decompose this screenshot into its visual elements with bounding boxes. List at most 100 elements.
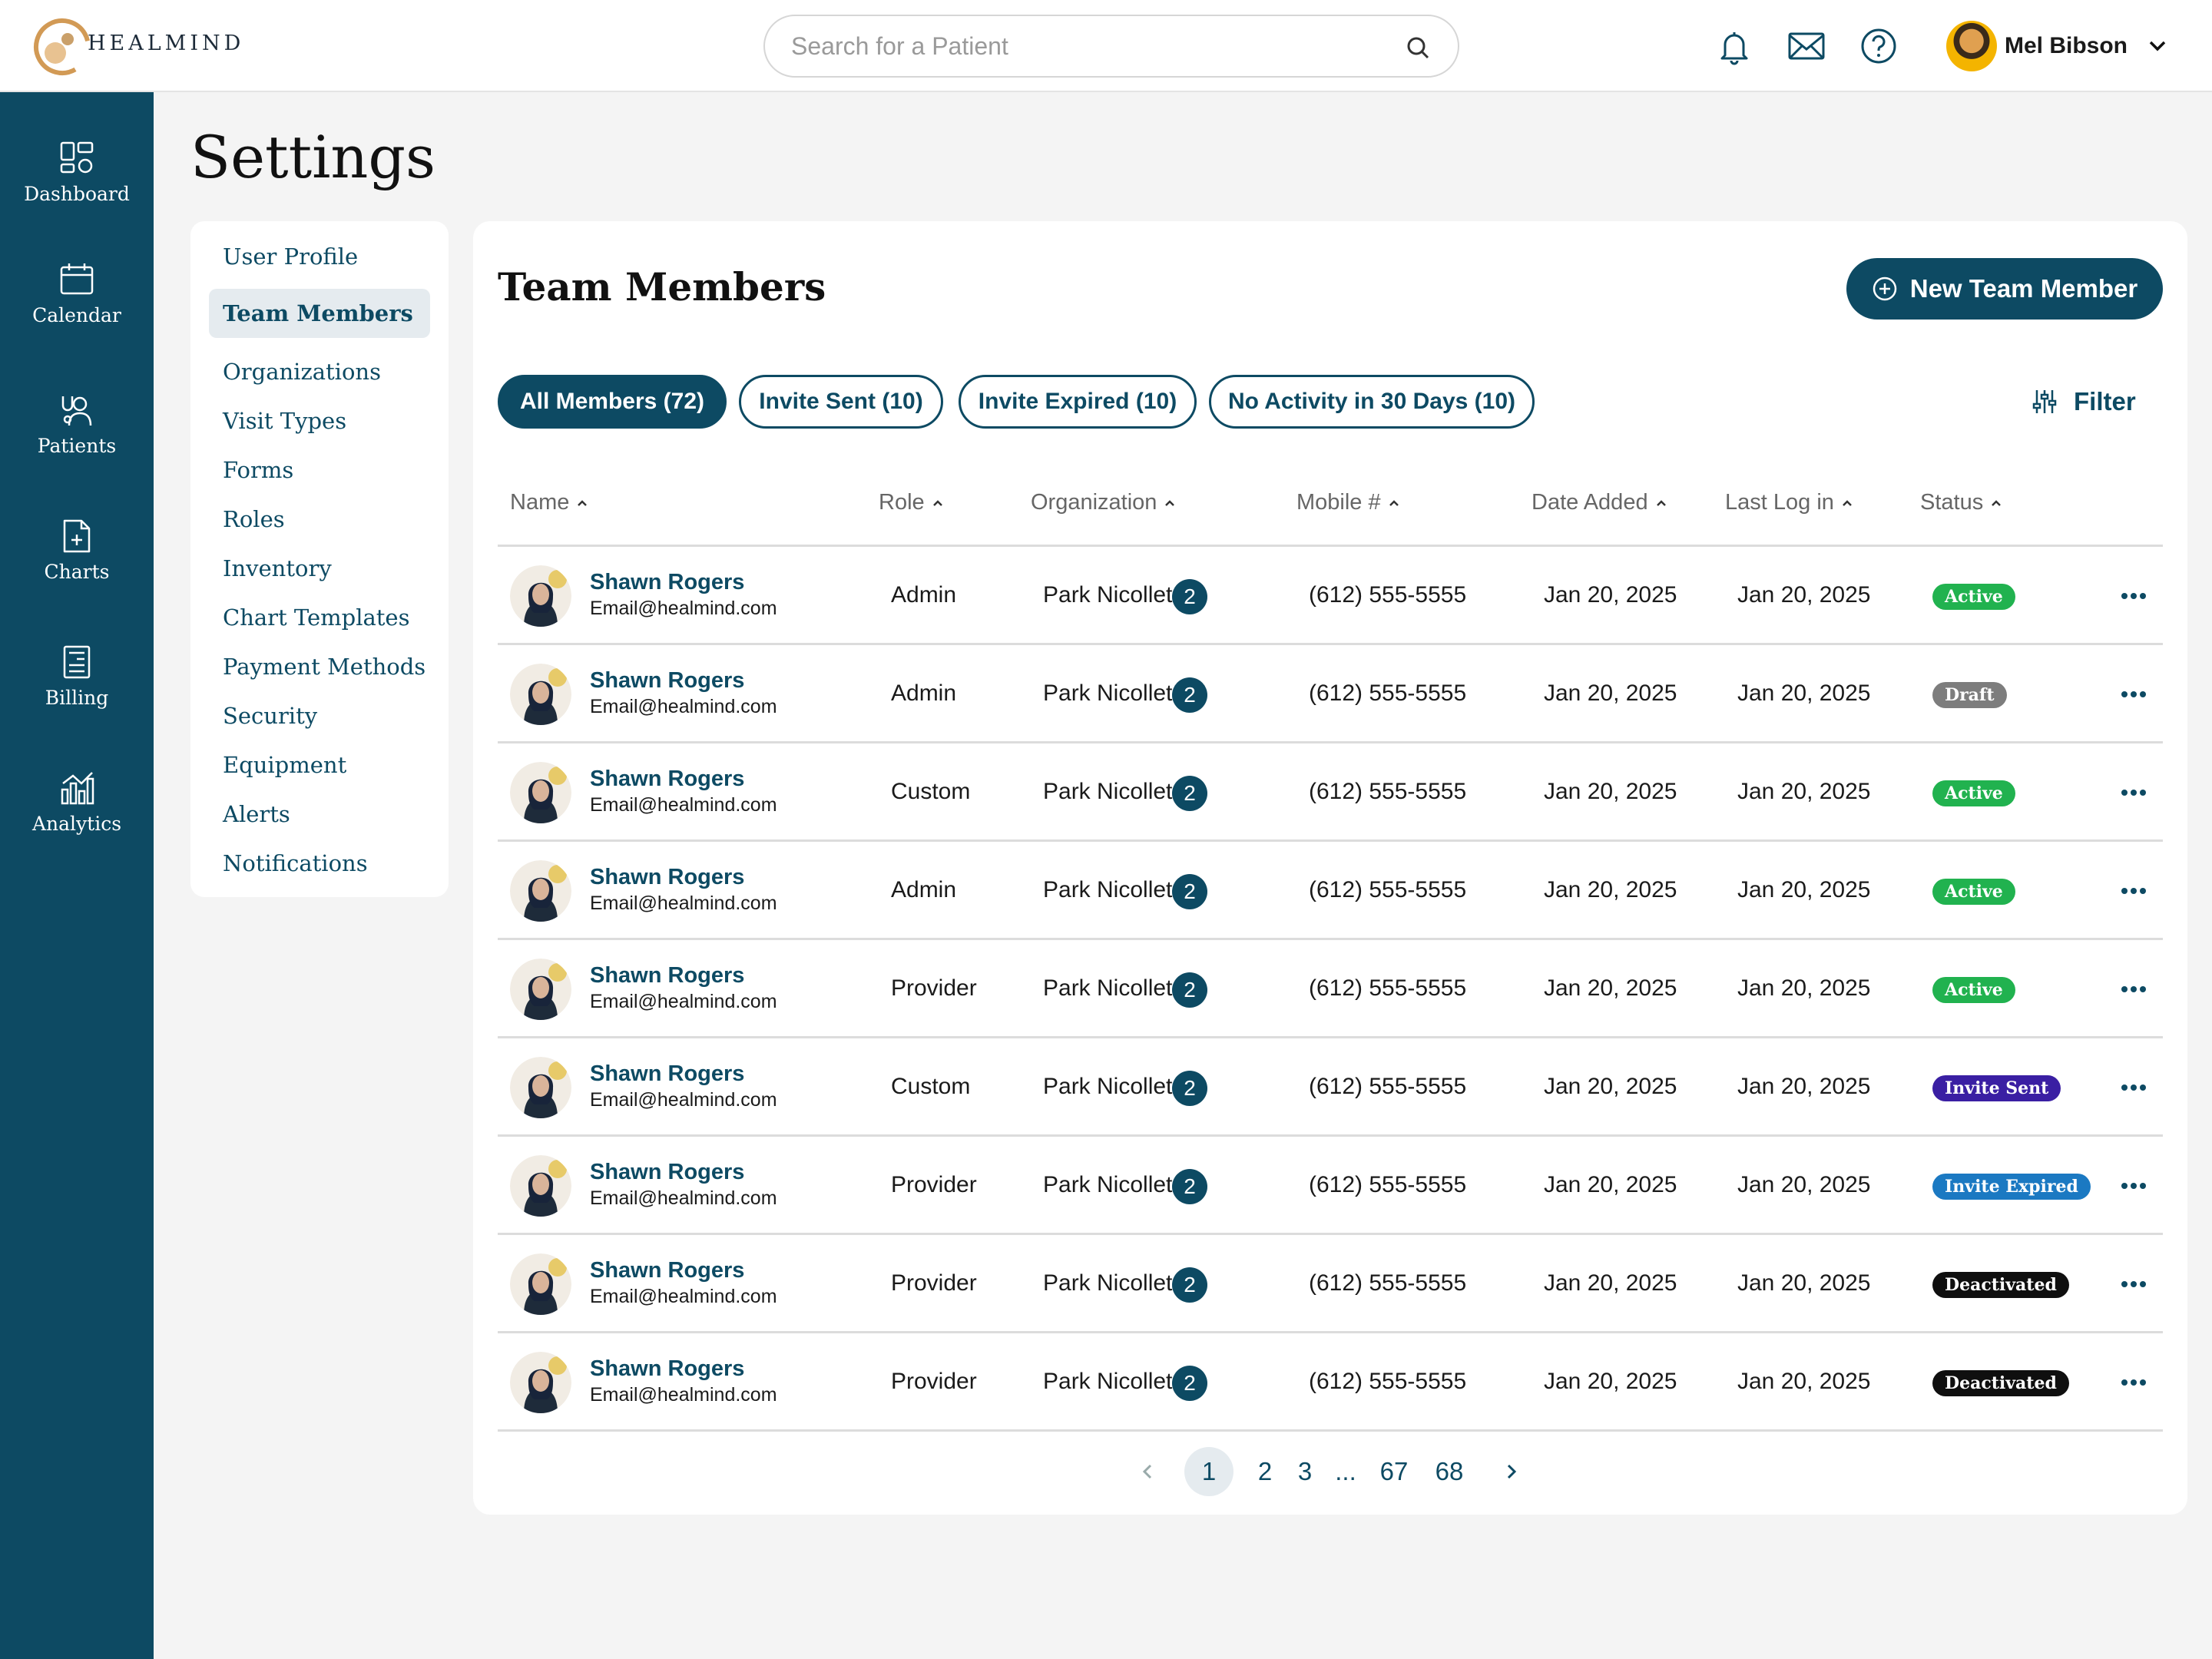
- user-avatar[interactable]: [1946, 21, 1997, 71]
- more-options-icon[interactable]: [2118, 680, 2149, 708]
- organization-count-badge[interactable]: 2: [1172, 1071, 1207, 1106]
- member-avatar[interactable]: [510, 1253, 571, 1315]
- member-email: Email@healmind.com: [590, 892, 777, 914]
- member-avatar[interactable]: [510, 762, 571, 823]
- table-row[interactable]: Shawn Rogers Email@healmind.com Admin Park …: [498, 842, 2163, 940]
- member-avatar[interactable]: [510, 664, 571, 725]
- filter-control[interactable]: Filter: [2032, 382, 2136, 421]
- organization-count-badge[interactable]: 2: [1172, 972, 1207, 1008]
- member-date-added: Jan 20, 2025: [1544, 680, 1677, 706]
- member-avatar[interactable]: [510, 1057, 571, 1118]
- settings-item-notifications[interactable]: Notifications: [209, 839, 430, 888]
- column-header-name[interactable]: Name: [510, 490, 589, 515]
- help-icon[interactable]: [1859, 26, 1899, 66]
- more-options-icon[interactable]: [2118, 1369, 2149, 1396]
- member-name[interactable]: Shawn Rogers: [590, 1061, 744, 1087]
- column-header-mobile[interactable]: Mobile #: [1296, 490, 1401, 515]
- search-input[interactable]: [791, 24, 1390, 68]
- column-header-last-log-in[interactable]: Last Log in: [1725, 490, 1854, 515]
- column-header-organization[interactable]: Organization: [1031, 490, 1177, 515]
- status-badge: Invite Expired: [1932, 1174, 2091, 1200]
- app-logo[interactable]: HEALMIND: [32, 14, 244, 78]
- chevron-right-icon[interactable]: [1501, 1461, 1522, 1482]
- member-avatar[interactable]: [510, 1155, 571, 1217]
- settings-item-team-members[interactable]: Team Members: [209, 289, 430, 338]
- table-row[interactable]: Shawn Rogers Email@healmind.com Provider Pa…: [498, 1235, 2163, 1333]
- patient-search[interactable]: [763, 15, 1459, 78]
- member-avatar[interactable]: [510, 1352, 571, 1413]
- more-options-icon[interactable]: [2118, 1270, 2149, 1298]
- settings-item-security[interactable]: Security: [209, 691, 430, 740]
- filter-tab-invite-expired[interactable]: Invite Expired (10): [959, 375, 1197, 429]
- settings-item-forms[interactable]: Forms: [209, 445, 430, 495]
- member-name[interactable]: Shawn Rogers: [590, 1258, 744, 1283]
- organization-count-badge[interactable]: 2: [1172, 776, 1207, 811]
- member-avatar[interactable]: [510, 959, 571, 1020]
- page-button[interactable]: 67: [1375, 1447, 1413, 1496]
- chevron-left-icon[interactable]: [1137, 1461, 1158, 1482]
- sidebar-item-patients[interactable]: Patients: [0, 392, 154, 484]
- member-name[interactable]: Shawn Rogers: [590, 963, 744, 988]
- settings-item-visit-types[interactable]: Visit Types: [209, 396, 430, 445]
- column-header-status[interactable]: Status: [1920, 490, 2003, 515]
- bell-icon[interactable]: [1714, 26, 1754, 66]
- table-row[interactable]: Shawn Rogers Email@healmind.com Admin Park …: [498, 547, 2163, 645]
- settings-item-inventory[interactable]: Inventory: [209, 544, 430, 593]
- table-row[interactable]: Shawn Rogers Email@healmind.com Provider Pa…: [498, 940, 2163, 1038]
- filter-tab-invite-sent[interactable]: Invite Sent (10): [739, 375, 943, 429]
- more-options-icon[interactable]: [2118, 779, 2149, 806]
- member-name[interactable]: Shawn Rogers: [590, 668, 744, 694]
- table-row[interactable]: Shawn Rogers Email@healmind.com Custom Park…: [498, 1038, 2163, 1137]
- member-name[interactable]: Shawn Rogers: [590, 767, 744, 792]
- sidebar-item-billing[interactable]: Billing: [0, 644, 154, 736]
- member-name[interactable]: Shawn Rogers: [590, 570, 744, 595]
- table-row[interactable]: Shawn Rogers Email@healmind.com Custom Park…: [498, 743, 2163, 842]
- more-options-icon[interactable]: [2118, 1074, 2149, 1101]
- column-header-date-added[interactable]: Date Added: [1532, 490, 1668, 515]
- column-header-role[interactable]: Role: [879, 490, 945, 515]
- new-team-member-button[interactable]: New Team Member: [1846, 258, 2163, 320]
- page-button[interactable]: 3: [1293, 1447, 1316, 1496]
- more-options-icon[interactable]: [2118, 877, 2149, 905]
- organization-count-badge[interactable]: 2: [1172, 874, 1207, 909]
- more-options-icon[interactable]: [2118, 975, 2149, 1003]
- chevron-down-icon[interactable]: [2146, 35, 2169, 58]
- settings-item-user-profile[interactable]: User Profile: [209, 232, 430, 281]
- more-options-icon[interactable]: [2118, 1172, 2149, 1200]
- member-name[interactable]: Shawn Rogers: [590, 865, 744, 890]
- organization-count-badge[interactable]: 2: [1172, 677, 1207, 713]
- page-button[interactable]: 68: [1430, 1447, 1469, 1496]
- member-avatar[interactable]: [510, 860, 571, 922]
- sidebar-item-analytics[interactable]: Analytics: [0, 770, 154, 862]
- settings-item-alerts[interactable]: Alerts: [209, 790, 430, 839]
- organization-count-badge[interactable]: 2: [1172, 579, 1207, 614]
- mail-icon[interactable]: [1786, 26, 1826, 66]
- member-name[interactable]: Shawn Rogers: [590, 1356, 744, 1382]
- search-icon[interactable]: [1406, 35, 1430, 60]
- table-row[interactable]: Shawn Rogers Email@healmind.com Provider Pa…: [498, 1137, 2163, 1235]
- settings-item-organizations[interactable]: Organizations: [209, 347, 430, 396]
- organization-count-badge[interactable]: 2: [1172, 1169, 1207, 1204]
- settings-item-chart-templates[interactable]: Chart Templates: [209, 593, 430, 642]
- settings-item-equipment[interactable]: Equipment: [209, 740, 430, 790]
- sidebar-item-charts[interactable]: Charts: [0, 518, 154, 610]
- status-badge: Deactivated: [1932, 1272, 2069, 1298]
- table-row[interactable]: Shawn Rogers Email@healmind.com Provider Pa…: [498, 1333, 2163, 1432]
- organization-count-badge[interactable]: 2: [1172, 1267, 1207, 1303]
- page-button[interactable]: 1: [1184, 1447, 1233, 1496]
- user-menu[interactable]: Mel Bibson: [1946, 20, 2169, 72]
- settings-item-roles[interactable]: Roles: [209, 495, 430, 544]
- member-mobile: (612) 555-5555: [1309, 1172, 1467, 1197]
- member-name[interactable]: Shawn Rogers: [590, 1160, 744, 1185]
- member-avatar[interactable]: [510, 565, 571, 627]
- organization-count-badge[interactable]: 2: [1172, 1366, 1207, 1401]
- user-name[interactable]: Mel Bibson: [2005, 33, 2128, 59]
- filter-tab-no-activity[interactable]: No Activity in 30 Days (10): [1209, 375, 1535, 429]
- sidebar-item-calendar[interactable]: Calendar: [0, 261, 154, 353]
- table-row[interactable]: Shawn Rogers Email@healmind.com Admin Park …: [498, 645, 2163, 743]
- page-button[interactable]: 2: [1253, 1447, 1277, 1496]
- more-options-icon[interactable]: [2118, 582, 2149, 610]
- filter-tab-all-members[interactable]: All Members (72): [498, 375, 727, 429]
- settings-item-payment-methods[interactable]: Payment Methods: [209, 642, 430, 691]
- sidebar-item-dashboard[interactable]: Dashboard: [0, 140, 154, 232]
